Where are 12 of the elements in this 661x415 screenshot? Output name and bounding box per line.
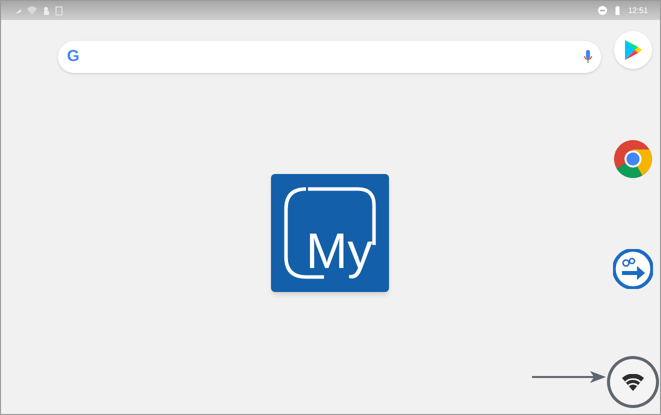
do-not-disturb-icon (598, 6, 607, 15)
app-label: My (306, 226, 372, 276)
battery-icon (614, 6, 620, 15)
microphone-icon[interactable] (584, 50, 592, 64)
wifi-icon[interactable] (610, 359, 656, 405)
clock-time: 12:51 (628, 4, 648, 16)
play-store-icon[interactable] (614, 31, 652, 69)
my-app-icon[interactable]: My (270, 174, 388, 292)
google-logo: G (67, 47, 80, 67)
chrome-icon[interactable] (613, 139, 653, 179)
search-bar[interactable]: G (58, 41, 601, 73)
remote-support-icon[interactable] (613, 249, 653, 289)
